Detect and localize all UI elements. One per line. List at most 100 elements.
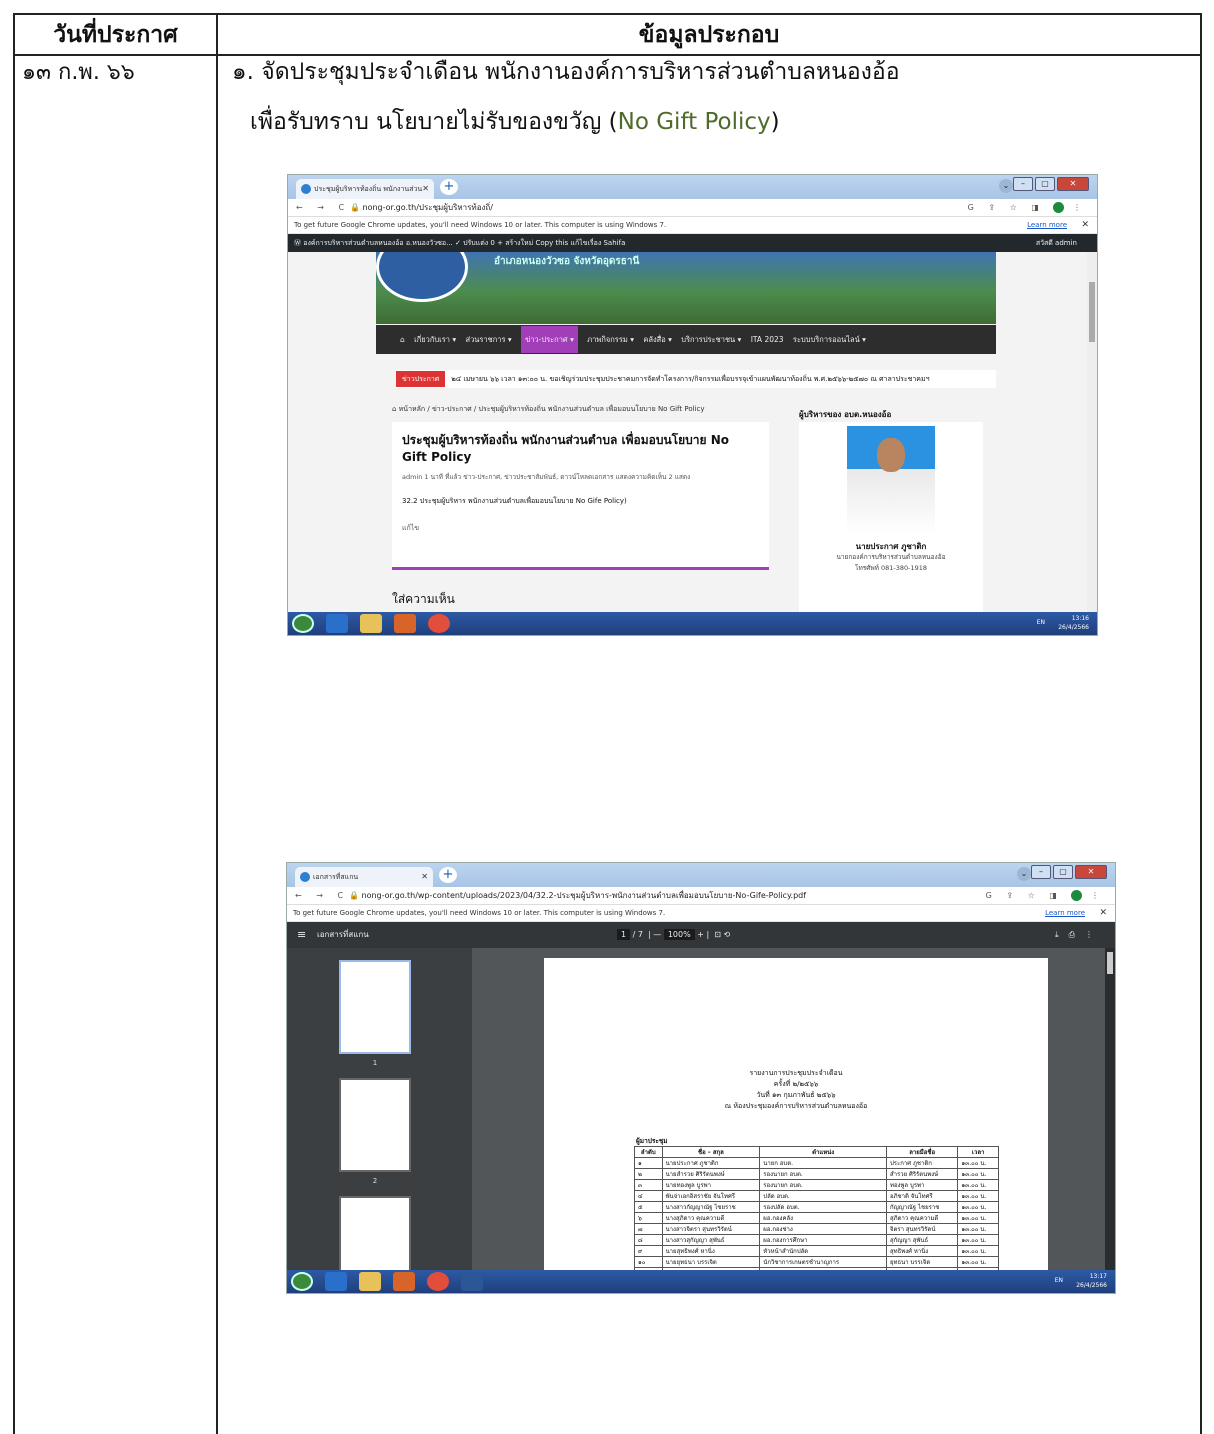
learn-more-link[interactable]: Learn more [1027,217,1067,234]
print-icon[interactable]: ⎙ [1069,930,1085,939]
infobar-close-icon[interactable]: ✕ [1099,905,1107,922]
ticker-text[interactable]: ๒๔ เมษายน ๖๖ เวลา ๑๓:๐๐ น. ขอเชิญร่วมประ… [451,375,929,383]
table-cell: ๖ [634,1212,663,1224]
chrome-update-infobar: To get future Google Chrome updates, you… [288,217,1097,234]
clock-time[interactable]: 13:17 [1076,1272,1107,1281]
start-button-icon[interactable] [291,1272,313,1291]
clock-date[interactable]: 26/4/2566 [1058,623,1089,632]
scrollbar-thumb[interactable] [1089,282,1095,342]
window-close-icon[interactable]: ✕ [1057,177,1089,191]
pdf-scrollbar[interactable] [1105,948,1115,1270]
minimize-icon[interactable]: – [1031,865,1051,879]
clock-time[interactable]: 13:16 [1058,614,1089,623]
menu-item[interactable]: ITA 2023 [751,335,784,344]
doc-date: วันที่ ๑๓ กุมภาพันธ์ ๒๕๖๖ [756,1091,836,1099]
page-number-input[interactable]: 1 [617,929,631,940]
new-tab-icon[interactable]: + [439,867,457,883]
page-scrollbar[interactable] [1087,252,1097,612]
pdf-thumbnail-sidebar: 1 2 [287,948,472,1290]
zoom-input[interactable]: 100% [663,929,695,940]
new-tab-icon[interactable]: + [440,179,458,195]
folder-icon[interactable] [359,1272,381,1291]
home-icon[interactable]: ⌂ [400,335,405,344]
menu-item[interactable]: ส่วนราชการ ▾ [466,335,512,344]
learn-more-link[interactable]: Learn more [1045,905,1085,922]
zoom-out-icon[interactable]: — [653,930,661,939]
tab-close-icon[interactable]: ✕ [422,179,429,199]
wp-admin-links[interactable]: องค์การบริหารส่วนตำบลหนองอ้อ อ.หนองวัวซอ… [303,239,625,247]
infobar-close-icon[interactable]: ✕ [1081,217,1089,234]
wp-admin-bar: Ⓦ องค์การบริหารส่วนตำบลหนองอ้อ อ.หนองวัว… [288,234,1097,252]
tab-close-icon[interactable]: ✕ [421,867,428,887]
page-thumbnail[interactable] [339,960,411,1054]
table-cell: ๔ [634,1190,663,1202]
menu-item[interactable]: เกี่ยวกับเรา ▾ [414,335,456,344]
scrollbar-thumb[interactable] [1107,952,1113,974]
chrome-icon[interactable] [428,614,450,633]
menu-item[interactable]: ภาพกิจกรรม ▾ [587,335,634,344]
post-edit-link[interactable]: แก้ไข [402,523,759,534]
table-cell: รองนายก อบต. [759,1168,887,1180]
table-cell: ๑๓.๐๐ น. [957,1245,999,1257]
nav-buttons-icon[interactable]: ← → C [296,199,350,217]
media-player-icon[interactable] [394,614,416,633]
minimize-icon[interactable]: – [1013,177,1033,191]
site-name: อำเภอหนองวัวซอ จังหวัดอุดรธานี [494,256,640,267]
menu-icon[interactable]: ≡ [297,922,306,948]
maximize-icon[interactable]: ▢ [1035,177,1055,191]
toolbar-icons[interactable]: G ⇪ ☆ ◨ ⋮ [986,887,1105,905]
tab-search-icon[interactable]: ⌄ [999,179,1013,193]
chrome-update-infobar: To get future Google Chrome updates, you… [287,905,1115,922]
toolbar-icons[interactable]: G ⇪ ☆ ◨ ⋮ [968,199,1087,217]
sidebar-heading: ผู้บริหารของ อบต.หนองอ้อ [799,410,892,419]
post-title: ประชุมผู้บริหารท้องถิ่น พนักงานส่วนตำบล … [402,433,729,464]
wp-logo-icon[interactable]: Ⓦ [294,239,301,247]
language-indicator[interactable]: EN [1037,618,1045,627]
address-bar[interactable]: 🔒 nong-or.go.th/ประชุมผู้บริหารท้องถิ่/ [350,199,493,217]
tab-search-icon[interactable]: ⌄ [1017,867,1031,881]
nav-buttons-icon[interactable]: ← → C [295,887,349,905]
ie-icon[interactable] [325,1272,347,1291]
zoom-in-icon[interactable]: + [697,930,704,939]
breadcrumb: ⌂ หน้าหลัก / ข่าว-ประกาศ / ประชุมผู้บริห… [392,404,705,415]
profile-avatar-icon[interactable] [1053,202,1065,213]
table-header-row: ลำดับ ชื่อ – สกุล ตำแหน่ง ลายมือชื่อ เวล… [634,1146,999,1158]
admin-greeting[interactable]: สวัสดี admin [1036,234,1077,252]
page-thumbnail[interactable] [339,1078,411,1172]
menu-item-active[interactable]: ข่าว-ประกาศ ▾ [521,326,578,353]
more-icon[interactable]: ⋮ [1085,930,1103,939]
table-cell: นายยุทธนา บรรเจิด [661,1256,761,1268]
media-player-icon[interactable] [393,1272,415,1291]
browser-tab[interactable]: เอกสารที่สแกน ✕ [295,867,433,887]
language-indicator[interactable]: EN [1055,1276,1063,1285]
pdf-page: รายงานการประชุมประจำเดือน ครั้งที่ ๒/๒๕๖… [544,958,1048,1270]
menu-item[interactable]: บริการประชาชน ▾ [681,335,741,344]
rotate-icon[interactable]: ⟲ [724,930,731,939]
table-cell: ๑๓.๐๐ น. [957,1190,999,1202]
face-shape [877,438,905,472]
table-cell: ๑๓.๐๐ น. [957,1157,999,1169]
download-icon[interactable]: ⤓ [1055,930,1069,939]
window-close-icon[interactable]: ✕ [1075,865,1107,879]
address-bar[interactable]: 🔒 nong-or.go.th/wp-content/uploads/2023/… [349,887,806,905]
infobar-text: To get future Google Chrome updates, you… [293,909,666,917]
ie-icon[interactable] [326,614,348,633]
maximize-icon[interactable]: ▢ [1053,865,1073,879]
chrome-icon[interactable] [427,1272,449,1291]
header-cell: ลายมือชื่อ [885,1146,959,1158]
table-row: ๓นายทองพูล บูรพา รองนายก อบต. ทองพูล บูรพา… [634,1179,999,1191]
menu-item[interactable]: คลังสื่อ ▾ [643,335,672,344]
word-icon[interactable] [461,1272,483,1291]
table-cell: ทองพูล บูรพา [885,1179,959,1191]
column-divider [216,15,218,1434]
table-cell: นักวิชาการเกษตรชำนาญการ [759,1256,887,1268]
clock-date[interactable]: 26/4/2566 [1076,1281,1107,1290]
system-tray: EN 13:17 26/4/2566 [1055,1272,1107,1290]
fit-page-icon[interactable]: ⊡ [714,930,721,939]
menu-item[interactable]: ระบบบริการออนไลน์ ▾ [793,335,866,344]
start-button-icon[interactable] [292,614,314,633]
breadcrumb-text[interactable]: หน้าหลัก / ข่าว-ประกาศ / ประชุมผู้บริหาร… [399,405,705,413]
folder-icon[interactable] [360,614,382,633]
browser-tab[interactable]: ประชุมผู้บริหารท้องถิ่น พนักงานส่วน ✕ [296,179,434,199]
profile-avatar-icon[interactable] [1071,890,1083,901]
